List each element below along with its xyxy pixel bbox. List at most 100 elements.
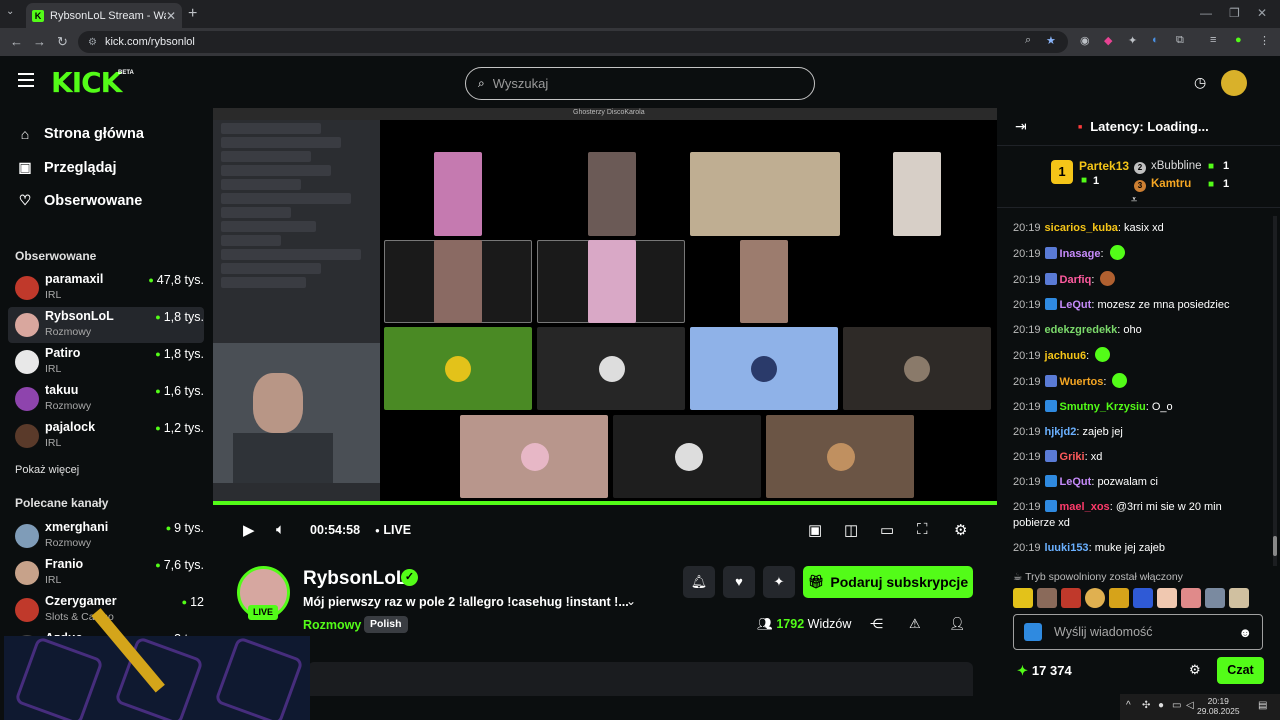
notification-bell-button[interactable]: 🔔︎ [683, 566, 715, 598]
boost-button[interactable]: ✦ [763, 566, 795, 598]
emote[interactable] [1013, 588, 1033, 608]
chat-input-box[interactable]: ☻ [1013, 614, 1263, 650]
extension-icon[interactable]: ◉ [1080, 34, 1090, 47]
sidebar-channel-franio[interactable]: Franio IRL 7,6 tys. [8, 555, 204, 591]
chevron-down-icon[interactable]: ⌄ [626, 594, 636, 608]
message-username[interactable]: mael_xos [1060, 501, 1110, 513]
message-username[interactable]: LeQut [1060, 299, 1092, 311]
search-input[interactable] [492, 76, 793, 91]
emote[interactable] [1061, 588, 1081, 608]
miniplayer-icon[interactable]: ▣ [808, 521, 822, 539]
tray-chevron-icon[interactable]: ^ [1126, 700, 1131, 711]
user-avatar[interactable] [1221, 70, 1247, 96]
sidebar-channel-rybsonlol[interactable]: RybsonLoL Rozmowy 1,8 tys. [8, 307, 204, 343]
sidebar-channel-xmerghani[interactable]: xmerghani Rozmowy 9 tys. [8, 518, 204, 554]
streamer-name[interactable]: RybsonLoL [303, 568, 408, 590]
chat-message-input[interactable] [1054, 625, 1239, 639]
message-username[interactable]: Smutny_Krzysiu [1060, 401, 1146, 413]
clip-icon[interactable]: ◫ [844, 521, 858, 539]
kick-logo[interactable]: KICK [51, 66, 122, 99]
share-icon[interactable]: ⋲ [870, 616, 883, 632]
report-icon[interactable]: ⚠ [909, 616, 921, 632]
message-username[interactable]: sicarios_kuba [1045, 222, 1118, 234]
taskbar-clock[interactable]: 20:19 29.08.2025 [1197, 696, 1240, 716]
tab-search-icon[interactable]: ≡ [1210, 34, 1216, 46]
sidebar-channel-paramaxil[interactable]: paramaxil IRL 47,8 tys. [8, 270, 204, 306]
chat-settings-icon[interactable]: ⚙ [1189, 662, 1201, 678]
nav-browse[interactable]: ▣ Przeglądaj [16, 159, 116, 176]
stream-category[interactable]: Rozmowy [303, 618, 361, 632]
notifications-icon[interactable]: ◷ [1194, 74, 1206, 91]
sidebar-channel-patiro[interactable]: Patiro IRL 1,8 tys. [8, 344, 204, 380]
speaker-icon[interactable]: ◁ [1186, 700, 1194, 711]
message-username[interactable]: Wuertos [1060, 376, 1104, 388]
message-username[interactable]: luuki153 [1045, 542, 1089, 554]
extension-icon[interactable]: ◐ [1152, 34, 1159, 46]
language-tag[interactable]: Polish [364, 616, 408, 633]
microphone-icon[interactable]: ● [1158, 700, 1164, 711]
message-username[interactable]: Inasage [1060, 248, 1101, 260]
leaderboard-name-2[interactable]: xBubbline [1151, 160, 1202, 172]
nav-home[interactable]: ⌂ Strona główna [16, 126, 144, 142]
emoji-icon[interactable]: ☻ [1238, 625, 1252, 640]
leaderboard-name-3[interactable]: Kamtru [1151, 178, 1191, 190]
message-username[interactable]: LeQut [1060, 476, 1092, 488]
message-username[interactable]: Griki [1060, 451, 1085, 463]
emote[interactable] [1229, 588, 1249, 608]
back-icon[interactable]: ← [10, 34, 23, 49]
settings-gear-icon[interactable]: ⚙ [954, 521, 967, 539]
tab-list-icon[interactable]: ⌄ [6, 6, 14, 17]
theater-mode-icon[interactable]: ▭ [880, 521, 894, 539]
nav-following[interactable]: ♡ Obserwowane [16, 192, 143, 209]
collapse-chat-icon[interactable]: ⇥ [1015, 118, 1027, 135]
follow-button[interactable]: ♥ [723, 566, 755, 598]
new-tab-icon[interactable]: + [188, 5, 197, 23]
minimize-icon[interactable]: — [1200, 6, 1212, 20]
emote[interactable] [1109, 588, 1129, 608]
extensions-puzzle-icon[interactable]: ⧉ [1176, 34, 1184, 47]
maximize-icon[interactable]: ❐ [1229, 6, 1240, 20]
message-username[interactable]: jachuu6 [1045, 350, 1087, 362]
message-username[interactable]: Darfiq [1060, 274, 1092, 286]
sidebar-channel-pajalock[interactable]: pajalock IRL 1,2 tys. [8, 418, 204, 454]
notification-center-icon[interactable]: ▤ [1258, 700, 1267, 711]
zoom-icon[interactable]: ⌕ [1025, 34, 1031, 47]
show-more-link[interactable]: Pokaż więcej [15, 464, 79, 476]
chat-scrollbar[interactable] [1273, 216, 1277, 566]
gift-subscription-button[interactable]: 🎁︎ Podaruj subskrypcje [803, 566, 973, 598]
user-options-icon[interactable]: 👤︎ [949, 616, 966, 632]
chat-send-button[interactable]: Czat [1217, 657, 1264, 684]
tab-close-icon[interactable]: ✕ [166, 9, 176, 23]
emote[interactable] [1205, 588, 1225, 608]
profile-icon[interactable]: ● [1235, 34, 1242, 46]
message-username[interactable]: hjkjd2 [1045, 426, 1077, 438]
emote[interactable] [1157, 588, 1177, 608]
extension-icon[interactable]: ✦ [1128, 34, 1137, 47]
menu-hamburger-icon[interactable] [18, 73, 34, 87]
emote[interactable] [1133, 588, 1153, 608]
video-player[interactable]: Ghosterzy DiscoKarola [213, 108, 997, 503]
leaderboard-name-1[interactable]: Partek13 [1079, 159, 1129, 173]
expand-leaderboard-icon[interactable]: ⩡ [1131, 194, 1137, 207]
browser-tab[interactable]: K RybsonLoL Stream - Watch Live ✕ [26, 3, 182, 28]
extension-icon[interactable]: ◆ [1104, 34, 1112, 47]
emote[interactable] [1181, 588, 1201, 608]
bookmark-star-icon[interactable]: ★ [1046, 34, 1056, 47]
reload-icon[interactable]: ↻ [57, 34, 68, 50]
leaderboard-first[interactable]: 1 [1051, 160, 1073, 184]
volume-icon[interactable]: 🔈︎ [276, 521, 285, 538]
url-field[interactable]: ⚙ kick.com/rybsonlol [78, 31, 1068, 53]
live-indicator[interactable]: ● LIVE [375, 523, 411, 537]
window-close-icon[interactable]: ✕ [1257, 6, 1267, 20]
sidebar-channel-takuu[interactable]: takuu Rozmowy 1,6 tys. [8, 381, 204, 417]
browser-menu-icon[interactable]: ⋮ [1259, 34, 1270, 47]
site-info-icon[interactable]: ⚙ [88, 37, 97, 48]
emote[interactable] [1037, 588, 1057, 608]
emote[interactable] [1085, 588, 1105, 608]
tray-app-icon[interactable]: ✣ [1142, 700, 1150, 711]
fullscreen-icon[interactable]: ⛶ [917, 521, 928, 538]
channel-points[interactable]: 17 374 [1017, 663, 1072, 679]
chat-scrollbar-thumb[interactable] [1273, 536, 1277, 556]
forward-icon[interactable]: → [33, 34, 46, 49]
network-icon[interactable]: ▭ [1172, 700, 1181, 711]
